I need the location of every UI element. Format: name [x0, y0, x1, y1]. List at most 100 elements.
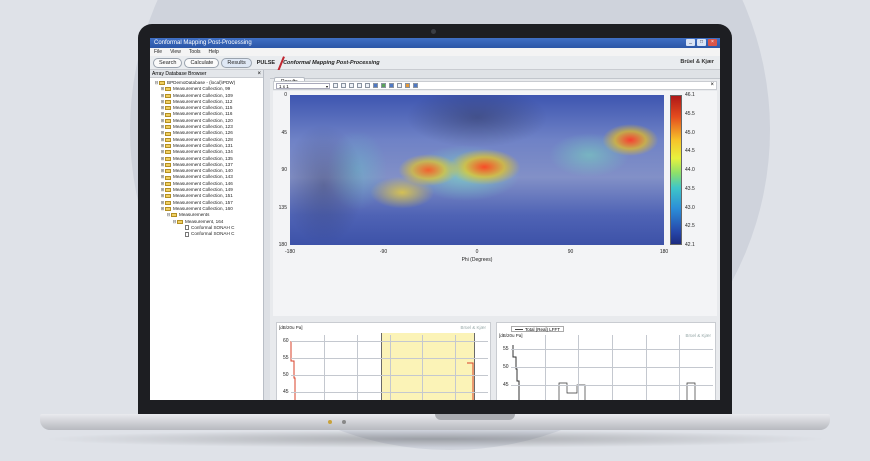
y-tick-label: 55 — [503, 346, 509, 352]
y-tick-label: 50 — [503, 364, 509, 370]
minimize-button[interactable]: _ — [686, 39, 695, 46]
results-tab-strip: Results — [270, 70, 720, 86]
laptop-lid: Conformal Mapping Post-Processing _ □ × … — [138, 24, 732, 416]
grid-line — [679, 335, 680, 400]
colorbar-tick-label: 42.1 — [685, 242, 695, 248]
colorbar-tick-label: 43.5 — [685, 185, 695, 192]
results-panel: Results 1 x 1 ▾ × — [270, 70, 720, 400]
grid-line — [645, 335, 647, 400]
print-icon[interactable] — [365, 83, 370, 88]
calculate-button[interactable]: Calculate — [184, 57, 220, 68]
y-tick-label: 50 — [283, 372, 289, 378]
y-tick-label: 45 — [503, 382, 509, 388]
database-browser-header: Array Database Browser × — [150, 70, 263, 78]
folder-icon — [165, 125, 171, 130]
acoustic-heatmap[interactable] — [290, 95, 664, 245]
x-tick-label: -180 — [284, 249, 296, 255]
database-browser-title: Array Database Browser — [152, 71, 207, 77]
grid-line — [455, 335, 456, 400]
window-title: Conformal Mapping Post-Processing — [154, 40, 252, 46]
axis-icon[interactable] — [373, 83, 378, 88]
colorbar-tick-label: 44.5 — [685, 148, 695, 155]
menu-bar: File View Tools Help — [150, 48, 720, 56]
results-button[interactable]: Results — [221, 57, 252, 68]
menu-tools[interactable]: Tools — [189, 48, 201, 56]
marker-icon[interactable] — [405, 83, 410, 88]
menu-view[interactable]: View — [170, 48, 181, 56]
laptop-shadow — [40, 430, 830, 448]
folder-icon — [165, 175, 171, 180]
layout-select-value: 1 x 1 — [279, 83, 289, 89]
main-toolbar: Search Calculate Results PULSE Conformal… — [150, 56, 720, 72]
folder-icon — [165, 131, 171, 136]
cursor-icon[interactable] — [357, 83, 362, 88]
folder-icon — [165, 156, 171, 161]
close-button[interactable]: × — [708, 39, 717, 46]
folder-icon — [165, 118, 171, 123]
folder-icon — [165, 137, 171, 142]
grid-icon[interactable] — [397, 83, 402, 88]
folder-icon — [171, 213, 177, 218]
grid-line — [612, 335, 613, 400]
power-led-icon — [328, 420, 332, 424]
colorbar — [670, 95, 682, 245]
grid-line — [544, 335, 546, 400]
menu-file[interactable]: File — [154, 48, 162, 56]
colorbar-tick-label: 45.5 — [685, 110, 695, 117]
folder-icon — [165, 100, 171, 105]
folder-icon — [165, 112, 171, 117]
file-icon — [185, 231, 189, 237]
spectrum-line-right — [512, 345, 696, 400]
pan-icon[interactable] — [349, 83, 354, 88]
chevron-down-icon: ▾ — [325, 83, 328, 89]
folder-icon — [165, 87, 171, 92]
colorbar-tick-label: 44.0 — [685, 167, 695, 173]
grid-line — [389, 335, 390, 400]
folder-icon — [165, 181, 171, 186]
y-tick-label: 45 — [281, 129, 287, 136]
folder-icon — [165, 207, 171, 212]
status-led-icon — [342, 420, 346, 424]
pulse-label: PULSE — [256, 59, 276, 66]
spectrum-chart-left: [dB/20u Pa] Brüel & Kjær 60 55 50 45 — [276, 322, 491, 400]
contour-icon[interactable] — [381, 83, 386, 88]
window-titlebar: Conformal Mapping Post-Processing _ □ × — [150, 38, 720, 48]
folder-icon — [165, 169, 171, 174]
export-icon[interactable] — [413, 83, 418, 88]
grid-line — [578, 335, 579, 400]
copy-icon[interactable] — [333, 83, 338, 88]
laptop-base — [40, 414, 830, 430]
colormap-icon[interactable] — [389, 83, 394, 88]
menu-help[interactable]: Help — [209, 48, 219, 56]
panel-close-icon[interactable]: × — [257, 70, 261, 78]
laptop-screen: Conformal Mapping Post-Processing _ □ × … — [150, 38, 720, 400]
plot-close-icon[interactable]: × — [710, 82, 714, 88]
y-tick-label: 180 — [278, 242, 287, 248]
x-axis-label: Phi (Degrees) — [461, 257, 493, 263]
x-tick-label: -90 — [379, 249, 388, 255]
folder-icon — [177, 219, 183, 224]
database-browser-panel: Array Database Browser × ⊟ BPDemoDatabas… — [150, 70, 264, 400]
maximize-button[interactable]: □ — [697, 39, 706, 46]
tree-item-file[interactable]: Conformal SONAH C — [150, 231, 263, 237]
plot-toolbar: 1 x 1 ▾ × — [273, 81, 717, 90]
grid-line — [422, 335, 423, 400]
grid-line — [323, 335, 325, 400]
brand-logo: Brüel & Kjær — [680, 59, 714, 65]
x-tick-label: 90 — [567, 249, 574, 255]
spectrum-line-left — [290, 341, 474, 400]
y-tick-label: 55 — [283, 355, 289, 361]
y-tick-label: 45 — [283, 389, 289, 395]
colorbar-tick-label: 45.0 — [685, 129, 695, 136]
folder-icon — [165, 150, 171, 155]
file-icon — [185, 225, 189, 231]
laptop-notch — [435, 414, 515, 420]
folder-icon — [165, 144, 171, 149]
grid-line — [356, 335, 358, 400]
spectrum-chart-right: Total (Real) LFFT [dB/20u Pa] Brüel & Kj… — [496, 322, 716, 400]
folder-icon — [165, 163, 171, 167]
zoom-icon[interactable] — [341, 83, 346, 88]
search-button[interactable]: Search — [153, 57, 183, 68]
layout-select[interactable]: 1 x 1 ▾ — [276, 82, 330, 89]
x-tick-label: 180 — [659, 249, 669, 255]
